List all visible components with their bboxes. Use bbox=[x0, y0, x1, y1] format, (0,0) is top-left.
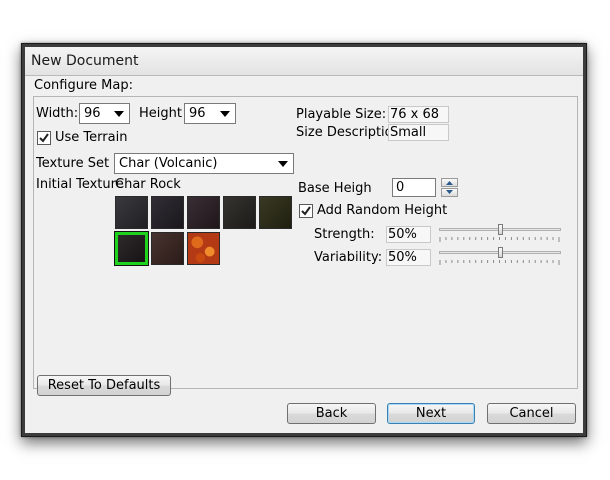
height-label: Height bbox=[139, 106, 182, 121]
size-description-field: Small bbox=[388, 124, 449, 141]
texture-set-value: Char (Volcanic) bbox=[119, 156, 218, 171]
variability-label: Variability: bbox=[314, 250, 383, 265]
width-select[interactable]: 96 bbox=[79, 103, 130, 124]
height-value: 96 bbox=[189, 106, 206, 121]
base-height-input[interactable]: 0 bbox=[392, 178, 436, 197]
cancel-button[interactable]: Cancel bbox=[487, 403, 576, 424]
arrow-up-icon bbox=[446, 181, 453, 185]
texture-tile-1[interactable] bbox=[115, 196, 148, 229]
use-terrain-label: Use Terrain bbox=[55, 130, 128, 145]
add-random-height-checkbox[interactable] bbox=[299, 204, 313, 218]
checkmark-icon bbox=[39, 133, 49, 143]
chevron-down-icon bbox=[114, 111, 124, 117]
initial-texture-value: Char Rock bbox=[115, 177, 181, 192]
texture-set-label: Texture Set bbox=[36, 156, 110, 171]
next-button[interactable]: Next bbox=[387, 403, 475, 424]
height-select[interactable]: 96 bbox=[184, 103, 236, 124]
base-height-label: Base Heigh bbox=[298, 181, 372, 196]
texture-tile-2[interactable] bbox=[151, 196, 184, 229]
configure-map-label: Configure Map: bbox=[34, 78, 133, 93]
playable-size-field: 76 x 68 bbox=[388, 106, 449, 123]
reset-to-defaults-button[interactable]: Reset To Defaults bbox=[37, 375, 171, 396]
texture-set-select[interactable]: Char (Volcanic) bbox=[114, 153, 294, 174]
texture-tile-6[interactable] bbox=[114, 231, 149, 266]
configure-map-group: Width: 96 Height 96 Use Terrain Texture … bbox=[33, 96, 578, 396]
initial-texture-label: Initial Texture bbox=[36, 177, 124, 192]
texture-tile-8[interactable] bbox=[187, 232, 220, 265]
texture-tile-4[interactable] bbox=[223, 196, 256, 229]
strength-label: Strength: bbox=[314, 227, 375, 242]
back-button[interactable]: Back bbox=[287, 403, 376, 424]
strength-value: 50% bbox=[386, 226, 431, 243]
new-document-dialog: New Document Configure Map: Width: 96 He… bbox=[21, 43, 587, 437]
spin-down-button[interactable] bbox=[441, 188, 458, 197]
arrow-down-icon bbox=[446, 190, 453, 194]
variability-slider-thumb[interactable] bbox=[497, 247, 503, 258]
dialog-client: Configure Map: Width: 96 Height 96 Use T… bbox=[25, 76, 583, 433]
spin-up-button[interactable] bbox=[441, 178, 458, 187]
texture-tile-7[interactable] bbox=[151, 232, 184, 265]
chevron-down-icon bbox=[278, 161, 288, 167]
title-bar[interactable]: New Document bbox=[25, 47, 583, 76]
size-description-label: Size Descriptio bbox=[296, 125, 393, 140]
width-label: Width: bbox=[36, 106, 79, 121]
texture-tile-5[interactable] bbox=[259, 196, 292, 229]
variability-slider-ticks bbox=[439, 260, 560, 265]
base-height-spinner[interactable] bbox=[441, 178, 458, 197]
window-title: New Document bbox=[31, 53, 139, 69]
strength-slider-ticks bbox=[439, 237, 560, 242]
texture-tile-3[interactable] bbox=[187, 196, 220, 229]
add-random-height-label: Add Random Height bbox=[317, 203, 448, 218]
variability-value: 50% bbox=[386, 249, 431, 266]
width-value: 96 bbox=[84, 106, 101, 121]
playable-size-label: Playable Size: bbox=[296, 107, 387, 122]
checkmark-icon bbox=[301, 206, 311, 216]
use-terrain-checkbox[interactable] bbox=[37, 131, 51, 145]
strength-slider-thumb[interactable] bbox=[497, 224, 503, 235]
chevron-down-icon bbox=[220, 111, 230, 117]
